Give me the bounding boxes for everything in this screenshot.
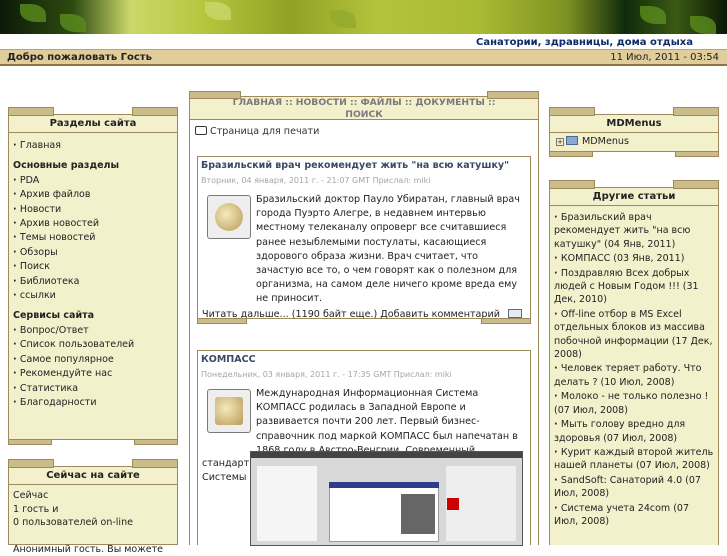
article-title[interactable]: Бразильский врач рекомендует жить "на вс… bbox=[198, 157, 530, 171]
box-tab bbox=[134, 439, 178, 445]
other-articles-title: Другие статьи bbox=[550, 188, 718, 206]
slogan-text: Санатории, здравницы, дома отдыха bbox=[476, 37, 693, 48]
box-tab bbox=[675, 151, 719, 157]
online-line: 0 пользователей on-line bbox=[13, 516, 173, 530]
article-2: КОМПАСС Понедельник, 03 января, 2011 г. … bbox=[197, 350, 531, 545]
online-title: Сейчас на сайте bbox=[9, 467, 177, 485]
nav-item[interactable]: ссылки bbox=[13, 289, 173, 303]
article-body-tail: стандарт bbox=[202, 457, 249, 471]
article-body: Международная Информационная Система КОМ… bbox=[256, 388, 518, 456]
online-line bbox=[13, 530, 173, 543]
service-item[interactable]: Самое популярное bbox=[13, 353, 173, 367]
nav-item[interactable]: Архив файлов bbox=[13, 188, 173, 202]
box-tab bbox=[481, 318, 531, 324]
other-article-link[interactable]: Off-line отбор в MS Excel отдельных блок… bbox=[554, 308, 714, 362]
nav-item[interactable]: Обзоры bbox=[13, 246, 173, 260]
mdmenus-item-label: MDMenus bbox=[582, 136, 629, 147]
service-item[interactable]: Вопрос/Ответ bbox=[13, 324, 173, 338]
other-article-link[interactable]: SandSoft: Санаторий 4.0 (07 Июл, 2008) bbox=[554, 474, 714, 501]
other-article-link[interactable]: КОМПАСС (03 Янв, 2011) bbox=[554, 252, 714, 265]
box-tab bbox=[8, 439, 52, 445]
print-label: Страница для печати bbox=[210, 126, 319, 137]
mdmenus-box: MDMenus + MDMenus bbox=[549, 114, 719, 152]
nav-home[interactable]: Главная bbox=[13, 139, 173, 153]
expand-icon[interactable]: + bbox=[556, 138, 564, 146]
services-title: Сервисы сайта bbox=[13, 309, 173, 323]
article-body: Бразильский доктор Пауло Убиратан, главн… bbox=[256, 194, 520, 304]
nav-item[interactable]: Архив новостей bbox=[13, 217, 173, 231]
article-screenshot-image bbox=[250, 451, 523, 546]
other-article-link[interactable]: Поздравляю Всех добрых людей с Новым Год… bbox=[554, 267, 714, 307]
welcome-text: Добро пожаловать Гость bbox=[7, 52, 152, 63]
printer-icon bbox=[195, 126, 207, 135]
sections-box: Разделы сайта Главная Основные разделы P… bbox=[8, 114, 178, 440]
other-article-link[interactable]: Человек теряет работу. Что делать ? (10 … bbox=[554, 362, 714, 389]
sections-title: Разделы сайта bbox=[9, 115, 177, 133]
main-menu: ГЛАВНАЯ :: НОВОСТИ :: ФАЙЛЫ :: ДОКУМЕНТЫ… bbox=[189, 96, 539, 120]
article-1: Бразильский врач рекомендует жить "на вс… bbox=[197, 156, 531, 319]
mdmenus-item[interactable]: + MDMenus bbox=[550, 133, 718, 150]
box-tab bbox=[197, 318, 247, 324]
datetime: 11 Июл, 2011 - 03:54 bbox=[610, 52, 719, 63]
service-item[interactable]: Список пользователей bbox=[13, 338, 173, 352]
other-article-link[interactable]: Система учета 24com (07 Июл, 2008) bbox=[554, 502, 714, 529]
article-title[interactable]: КОМПАСС bbox=[198, 351, 530, 365]
main-menu-links[interactable]: ГЛАВНАЯ :: НОВОСТИ :: ФАЙЛЫ :: ДОКУМЕНТЫ… bbox=[190, 97, 538, 121]
online-line: 1 гость и bbox=[13, 503, 173, 517]
article-topic-icon[interactable] bbox=[207, 195, 251, 239]
service-item[interactable]: Благодарности bbox=[13, 396, 173, 410]
nav-item[interactable]: PDA bbox=[13, 174, 173, 188]
nav-item[interactable]: Библиотека bbox=[13, 275, 173, 289]
nav-item[interactable]: Темы новостей bbox=[13, 231, 173, 245]
nav-item[interactable]: Поиск bbox=[13, 260, 173, 274]
print-link[interactable]: Страница для печати bbox=[195, 126, 319, 137]
top-bar: Добро пожаловать Гость 11 Июл, 2011 - 03:… bbox=[0, 50, 727, 66]
other-article-link[interactable]: Курит каждый второй житель нашей планеты… bbox=[554, 446, 714, 473]
mdmenus-title: MDMenus bbox=[550, 115, 718, 133]
site-slogan: Санатории, здравницы, дома отдыха bbox=[0, 34, 727, 50]
comment-icon[interactable] bbox=[508, 309, 522, 318]
main-sections-title: Основные разделы bbox=[13, 159, 173, 173]
other-article-link[interactable]: Мыть голову вредно для здоровья (07 Июл,… bbox=[554, 418, 714, 445]
article-body-tail: Системы bbox=[202, 471, 249, 485]
online-box: Сейчас на сайте Сейчас1 гость и0 пользов… bbox=[8, 466, 178, 545]
nav-item[interactable]: Новости bbox=[13, 203, 173, 217]
service-item[interactable]: Рекомендуйте нас bbox=[13, 367, 173, 381]
other-articles-box: Другие статьи Бразильский врач рекоменду… bbox=[549, 187, 719, 545]
article-topic-icon[interactable] bbox=[207, 389, 251, 433]
header-banner bbox=[0, 0, 727, 34]
service-item[interactable]: Статистика bbox=[13, 382, 173, 396]
article-meta: Понедельник, 03 января, 2011 г. - 17:35 … bbox=[198, 365, 530, 379]
online-line: Сейчас bbox=[13, 489, 173, 503]
other-article-link[interactable]: Бразильский врач рекомендует жить "на вс… bbox=[554, 211, 714, 251]
folder-icon bbox=[566, 136, 578, 145]
other-article-link[interactable]: Молоко - не только полезно ! (07 Июл, 20… bbox=[554, 390, 714, 417]
box-tab bbox=[549, 151, 593, 157]
article-meta: Вторник, 04 января, 2011 г. - 21:07 GMT … bbox=[198, 171, 530, 185]
